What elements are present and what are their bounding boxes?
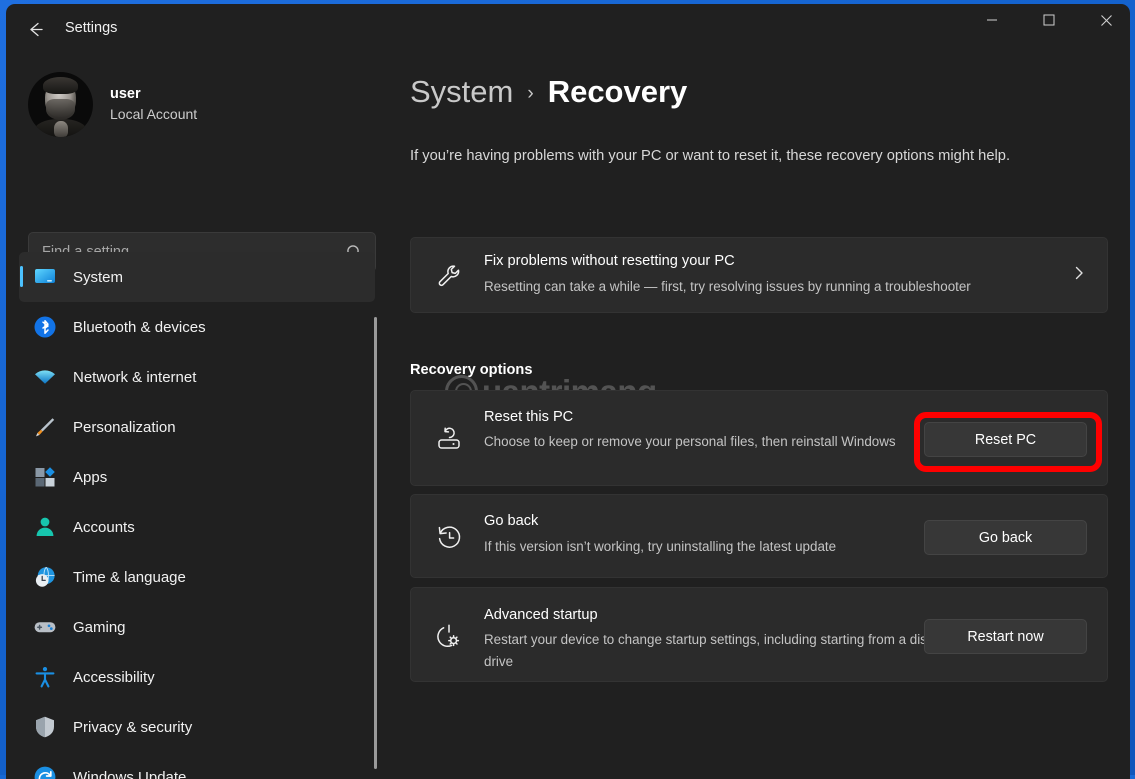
title-bar: Settings: [6, 4, 1130, 52]
sidebar-item-label: Accounts: [73, 519, 135, 536]
sidebar-item-apps[interactable]: Apps: [19, 452, 375, 502]
sidebar-item-system[interactable]: System: [19, 252, 375, 302]
main-content: System › Recovery If you’re having probl…: [385, 52, 1130, 779]
account-type: Local Account: [110, 104, 197, 124]
close-icon: [1100, 14, 1113, 27]
card-fix-problems[interactable]: Fix problems without resetting your PC R…: [410, 237, 1108, 313]
sidebar-item-label: Gaming: [73, 619, 126, 636]
sidebar: user Local Account System Bluetooth & dev…: [6, 52, 385, 779]
gamepad-icon: [32, 614, 58, 640]
account-name: user: [110, 85, 197, 104]
card-title: Go back: [484, 513, 538, 529]
wifi-icon: [32, 364, 58, 390]
sidebar-item-privacy-security[interactable]: Privacy & security: [19, 702, 375, 752]
sidebar-item-label: Apps: [73, 469, 107, 486]
sidebar-item-label: Accessibility: [73, 669, 155, 686]
card-reset-this-pc: Reset this PC Choose to keep or remove y…: [410, 390, 1108, 486]
maximize-button[interactable]: [1026, 4, 1072, 36]
sidebar-scrollbar[interactable]: [374, 317, 377, 769]
arrow-left-icon: [26, 20, 45, 39]
reset-pc-icon: [434, 424, 464, 454]
sidebar-item-label: System: [73, 269, 123, 286]
sidebar-item-label: Network & internet: [73, 369, 196, 386]
sidebar-item-network-internet[interactable]: Network & internet: [19, 352, 375, 402]
sidebar-item-label: Time & language: [73, 569, 186, 586]
sidebar-item-label: Windows Update: [73, 769, 186, 779]
reset-pc-button[interactable]: Reset PC: [924, 422, 1087, 457]
sidebar-item-gaming[interactable]: Gaming: [19, 602, 375, 652]
card-subtitle: Resetting can take a while — first, try …: [484, 276, 1084, 298]
minimize-icon: [986, 14, 998, 26]
maximize-icon: [1043, 14, 1055, 26]
card-go-back: Go back If this version isn’t working, t…: [410, 494, 1108, 578]
history-icon: [434, 522, 464, 552]
sidebar-item-personalization[interactable]: Personalization: [19, 402, 375, 452]
app-title: Settings: [65, 4, 117, 52]
settings-window: Settings user Local Account: [6, 4, 1130, 779]
shield-icon: [32, 714, 58, 740]
person-icon: [32, 514, 58, 540]
avatar: [28, 72, 93, 137]
chevron-right-icon[interactable]: [1072, 266, 1086, 280]
account-tile[interactable]: user Local Account: [28, 72, 197, 137]
accessibility-icon: [32, 664, 58, 690]
card-advanced-startup: Advanced startup Restart your device to …: [410, 587, 1108, 682]
sidebar-item-accounts[interactable]: Accounts: [19, 502, 375, 552]
paintbrush-icon: [32, 414, 58, 440]
sidebar-item-bluetooth-devices[interactable]: Bluetooth & devices: [19, 302, 375, 352]
page-title: Recovery: [548, 74, 688, 110]
bluetooth-icon: [32, 314, 58, 340]
back-button[interactable]: [16, 14, 54, 44]
card-title: Fix problems without resetting your PC: [484, 253, 735, 269]
sidebar-item-accessibility[interactable]: Accessibility: [19, 652, 375, 702]
power-gear-icon: [434, 621, 464, 651]
sidebar-nav: System Bluetooth & devices Network & inter…: [6, 252, 385, 779]
sidebar-item-label: Bluetooth & devices: [73, 319, 206, 336]
minimize-button[interactable]: [969, 4, 1015, 36]
card-title: Advanced startup: [484, 607, 598, 623]
sidebar-item-time-language[interactable]: Time & language: [19, 552, 375, 602]
monitor-icon: [32, 264, 58, 290]
sidebar-item-label: Personalization: [73, 419, 176, 436]
card-title: Reset this PC: [484, 409, 573, 425]
breadcrumb-separator: ›: [527, 83, 533, 105]
breadcrumb-parent[interactable]: System: [410, 74, 513, 110]
clock-globe-icon: [32, 564, 58, 590]
page-description: If you’re having problems with your PC o…: [410, 143, 1090, 169]
go-back-button[interactable]: Go back: [924, 520, 1087, 555]
section-label: Recovery options: [410, 362, 532, 378]
windows-update-icon: [32, 764, 58, 779]
breadcrumb: System › Recovery: [410, 74, 687, 110]
restart-now-button[interactable]: Restart now: [924, 619, 1087, 654]
apps-icon: [32, 464, 58, 490]
close-button[interactable]: [1083, 4, 1129, 36]
wrench-icon: [434, 261, 464, 291]
sidebar-item-label: Privacy & security: [73, 719, 192, 736]
